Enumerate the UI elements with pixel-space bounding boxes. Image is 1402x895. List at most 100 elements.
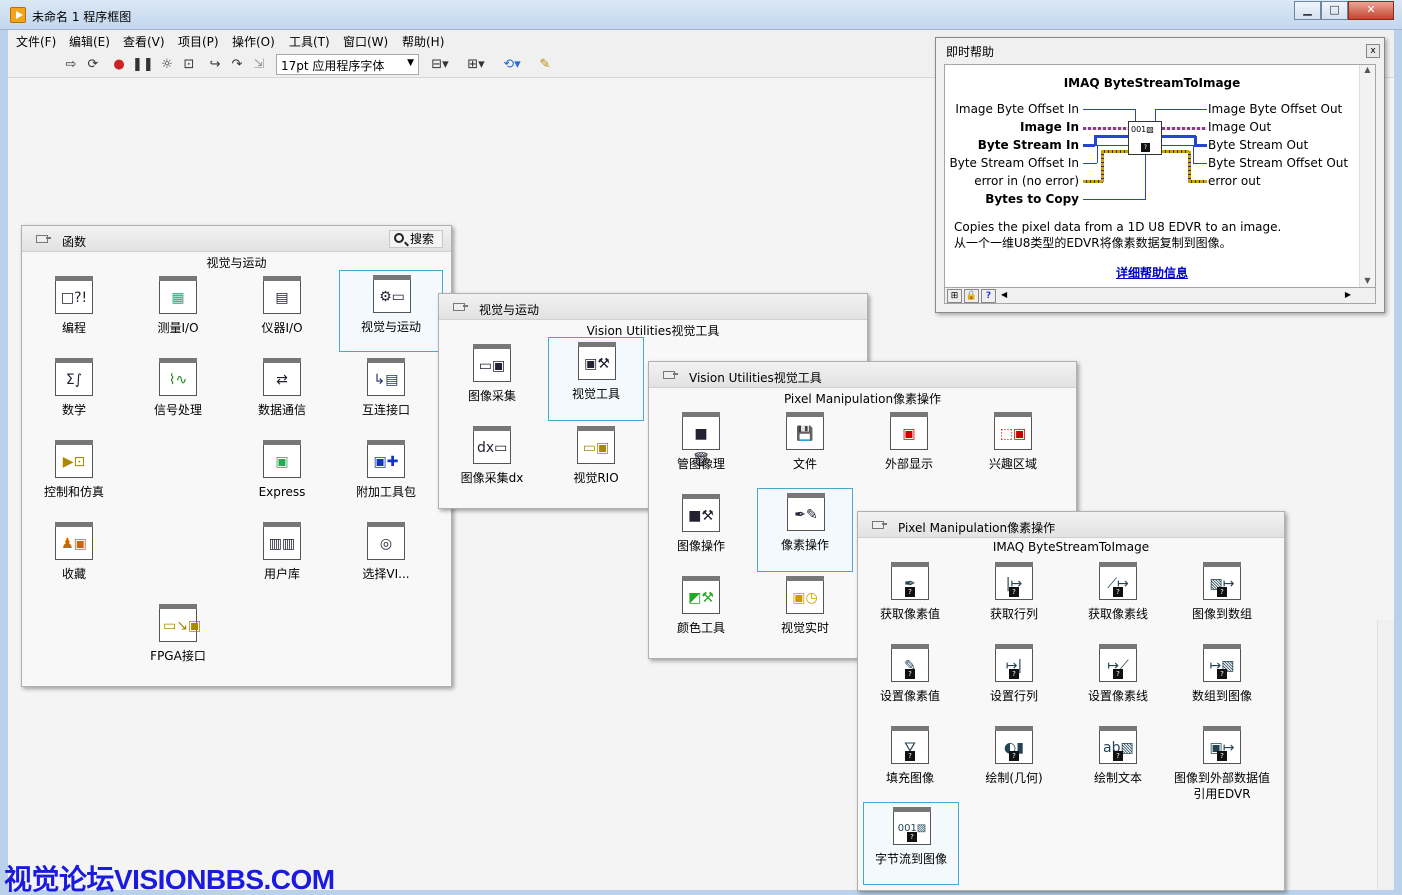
abort-icon[interactable]: ● (110, 56, 128, 74)
watermark: 视觉论坛VISIONBBS.COM (4, 864, 335, 895)
step-out-icon[interactable]: ⇲ (250, 56, 268, 74)
palette-item-math[interactable]: Σ∫ 数学 (22, 354, 126, 436)
pin-icon[interactable] (453, 301, 468, 313)
palette-item-instrument-io[interactable]: ▤ 仪器I/O (230, 272, 334, 354)
help-description: Copies the pixel data from a 1D U8 EDVR … (954, 219, 1281, 251)
step-over-icon[interactable]: ↷ (228, 56, 246, 74)
palette-item-connectivity[interactable]: ↳▤ 互连接口 (334, 354, 438, 436)
palette-item-vision-rt[interactable]: ▣◷ 视觉实时 (753, 572, 857, 654)
palette-title: Vision Utilities视觉工具 (689, 371, 822, 385)
palette-item-roi[interactable]: ⬚▣ 兴趣区域 (961, 408, 1065, 490)
palette-item-bytestream-to-image[interactable]: 001▧? 字节流到图像 (863, 802, 959, 885)
palette-item-pixel-manipulation[interactable]: ✒✎ 像素操作 (757, 488, 853, 572)
terminal-byte-stream-offset-out: Byte Stream Offset Out (1208, 156, 1349, 170)
menu-project[interactable]: 项目(P) (178, 33, 219, 50)
palette-item-color-utilities[interactable]: ◩⚒ 颜色工具 (649, 572, 753, 654)
wire (1101, 151, 1104, 182)
close-icon[interactable]: x (1366, 44, 1380, 58)
align-objects-icon[interactable]: ⊟▾ (428, 56, 452, 74)
palette-item-get-row-col[interactable]: |↦? 获取行列 (962, 558, 1066, 640)
wire (1101, 150, 1128, 153)
palette-item-array-to-image[interactable]: ↦▧? 数组到图像 (1170, 640, 1274, 722)
retain-wire-values-icon[interactable]: ⊡ (180, 56, 198, 74)
palette-item-favorites[interactable]: ♟▣ 收藏 (22, 518, 126, 600)
palette-item-express[interactable]: ▣ Express (230, 436, 334, 518)
palette-item-image-acquisition-dx[interactable]: dx▭ 图像采集dx (440, 422, 544, 504)
palette-item-set-row-col[interactable]: ↦|? 设置行列 (962, 640, 1066, 722)
palette-item-vision-rio[interactable]: ▭▣ 视觉RIO (544, 422, 648, 504)
run-arrow-icon[interactable]: ⇨ (62, 56, 80, 74)
instrument-io-icon: ▤ (263, 276, 301, 314)
palette-item-image-acquisition[interactable]: ▭▣ 图像采集 (440, 340, 544, 422)
clean-up-diagram-icon[interactable]: ✎ (536, 56, 554, 74)
close-button[interactable]: ✕ (1348, 1, 1394, 20)
menu-file[interactable]: 文件(F) (16, 33, 56, 50)
palette-item-set-pixel-line[interactable]: ↦⟋? 设置像素线 (1066, 640, 1170, 722)
wire (1083, 199, 1146, 200)
palette-item-fill-image[interactable]: ⛛? 填充图像 (858, 722, 962, 804)
run-continuously-icon[interactable]: ⟳ (84, 56, 102, 74)
control-sim-icon: ▶⊡ (55, 440, 93, 478)
scroll-right-icon[interactable]: ▶ (1345, 290, 1351, 299)
menu-operate[interactable]: 操作(O) (232, 33, 275, 50)
scroll-left-icon[interactable]: ◀ (1001, 290, 1007, 299)
palette-item-image-management[interactable]: ■🗑 管图像理 (649, 408, 753, 490)
palette-item-user-libraries[interactable]: ▥▥ 用户库 (230, 518, 334, 600)
palette-item-get-pixel-value[interactable]: ✒? 获取像素值 (858, 558, 962, 640)
step-into-icon[interactable]: ↪ (206, 56, 224, 74)
pin-icon[interactable] (36, 233, 51, 245)
palette-subtitle: IMAQ ByteStreamToImage (992, 540, 1150, 554)
menu-view[interactable]: 查看(V) (123, 33, 165, 50)
distribute-objects-icon[interactable]: ⊞▾ (464, 56, 488, 74)
maximize-button[interactable]: □ (1321, 1, 1348, 20)
pin-icon[interactable] (872, 519, 887, 531)
palette-header: 函数 搜索 (22, 226, 451, 252)
pause-icon[interactable]: ❚❚ (132, 56, 154, 74)
palette-item-vision-utilities[interactable]: ▣⚒ 视觉工具 (548, 337, 644, 421)
menu-help[interactable]: 帮助(H) (402, 33, 444, 50)
menu-tools[interactable]: 工具(T) (289, 33, 330, 50)
palette-item-image-to-edvr[interactable]: ▣↦? 图像到外部数据值引用EDVR (1166, 722, 1278, 804)
wire (1083, 109, 1135, 110)
set-pixel-value-icon: ✎? (891, 644, 929, 682)
palette-item-measurement-io[interactable]: ▦ 测量I/O (126, 272, 230, 354)
pin-icon[interactable] (663, 369, 678, 381)
palette-item-image-to-array[interactable]: ▧↦? 图像到数组 (1170, 558, 1274, 640)
palette-item-external-display[interactable]: ▣ 外部显示 (857, 408, 961, 490)
show-optional-terminals-icon[interactable]: ⊞ (947, 289, 962, 303)
palette-item-vision-motion[interactable]: ⚙▭ 视觉与运动 (339, 270, 443, 352)
wire (1097, 145, 1128, 146)
palette-item-draw-text[interactable]: ab▧? 绘制文本 (1066, 722, 1170, 804)
palette-item-draw-shape[interactable]: ◐▮? 绘制(几何) (962, 722, 1066, 804)
vision-utilities-icon: ▣⚒ (578, 342, 616, 380)
palette-item-programming[interactable]: □?! 编程 (22, 272, 126, 354)
vertical-scrollbar[interactable] (1377, 620, 1394, 890)
palette-item-control-sim[interactable]: ▶⊡ 控制和仿真 (22, 436, 126, 518)
wire (1193, 145, 1194, 163)
image-to-edvr-icon: ▣↦? (1203, 726, 1241, 764)
wire (1083, 180, 1103, 183)
palette-item-select-vi[interactable]: ◎ 选择VI... (334, 518, 438, 600)
reorder-icon[interactable]: ⟲▾ (500, 56, 524, 74)
help-scrollbar[interactable]: ▲ ▼ (1359, 65, 1375, 287)
minimize-button[interactable]: ▁ (1294, 1, 1321, 20)
palette-item-signal-processing[interactable]: ⌇∿ 信号处理 (126, 354, 230, 436)
search-button[interactable]: 搜索 (389, 230, 443, 248)
image-to-array-icon: ▧↦? (1203, 562, 1241, 600)
menu-window[interactable]: 窗口(W) (343, 33, 388, 50)
lock-icon[interactable]: 🔒 (964, 289, 979, 303)
palette-item-set-pixel-value[interactable]: ✎? 设置像素值 (858, 640, 962, 722)
palette-item-fpga[interactable]: ▭↘▣ FPGA接口 (126, 600, 230, 682)
menu-edit[interactable]: 编辑(E) (69, 33, 110, 50)
palette-item-image-manipulation[interactable]: ■⚒ 图像操作 (649, 490, 753, 572)
palette-item-addons[interactable]: ▣✚ 附加工具包 (334, 436, 438, 518)
palette-item-get-pixel-line[interactable]: ⟋↦? 获取像素线 (1066, 558, 1170, 640)
font-select[interactable]: 17pt 应用程序字体 ▼ (276, 54, 419, 75)
detailed-help-link[interactable]: 详细帮助信息 (945, 264, 1359, 281)
wire (1083, 163, 1097, 164)
help-question-icon[interactable]: ? (981, 289, 996, 303)
math-icon: Σ∫ (55, 358, 93, 396)
palette-item-files[interactable]: 💾 文件 (753, 408, 857, 490)
highlight-execution-icon[interactable]: ☼ (158, 56, 176, 74)
palette-item-data-comm[interactable]: ⇄ 数据通信 (230, 354, 334, 436)
